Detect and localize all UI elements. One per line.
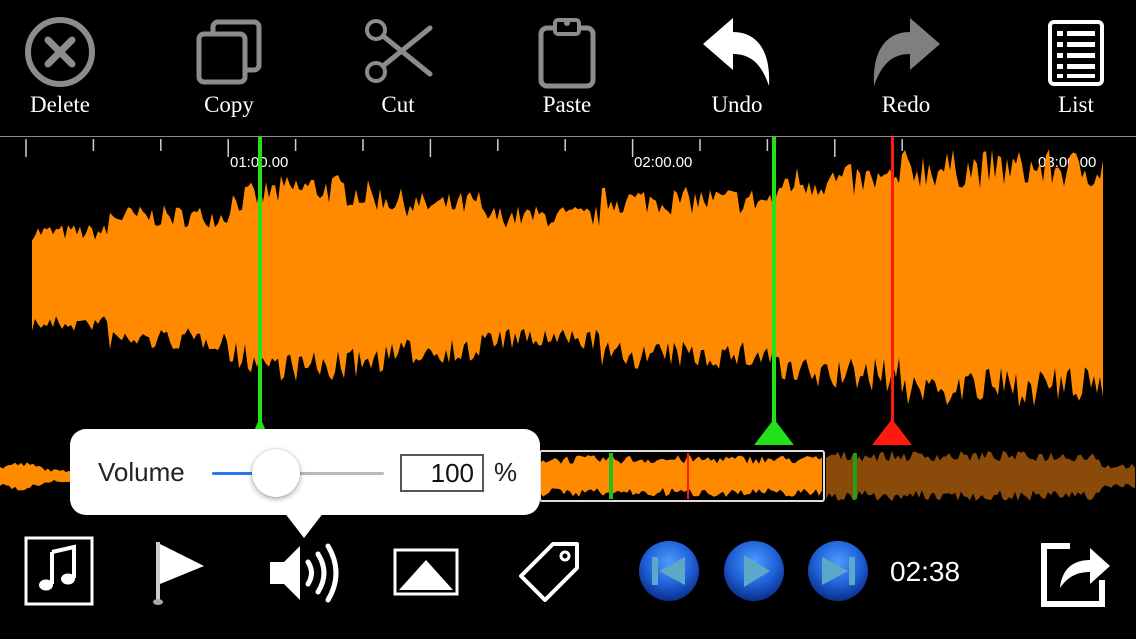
undo-arrow-icon (703, 18, 770, 86)
copy-icon (196, 19, 262, 85)
volume-button[interactable] (268, 542, 340, 604)
music-library-button[interactable] (24, 536, 94, 606)
list-label: List (1058, 92, 1094, 117)
list-icon (1048, 20, 1104, 86)
current-time: 02:38 (890, 556, 961, 587)
delete-circle-icon (25, 17, 95, 87)
play-button[interactable] (722, 539, 786, 603)
flag-marker-button[interactable] (150, 538, 210, 606)
redo-label: Redo (881, 92, 931, 117)
paste-button[interactable]: Paste (512, 14, 622, 126)
delete-button[interactable]: Delete (5, 14, 115, 126)
flag-icon (153, 542, 204, 605)
play-icon (724, 541, 784, 601)
tag-button[interactable] (517, 540, 581, 604)
cut-label: Cut (381, 92, 415, 117)
overview-waveform-unselected (826, 450, 1135, 502)
scissors-icon (365, 19, 433, 83)
redo-button[interactable]: Redo (851, 14, 961, 126)
undo-button[interactable]: Undo (682, 14, 792, 126)
copy-label: Copy (204, 92, 254, 117)
clipboard-icon (538, 18, 596, 89)
volume-slider-thumb[interactable] (251, 449, 300, 497)
list-button[interactable]: List (1021, 14, 1131, 126)
timeline-ruler (25, 139, 903, 157)
overview-end-marker (853, 453, 857, 499)
overview-start-marker (609, 453, 613, 499)
skip-back-icon (639, 541, 699, 601)
share-icon (1041, 543, 1110, 607)
edit-toolbar: Delete Copy Cut Paste Undo Redo List (0, 0, 1136, 136)
skip-forward-icon (808, 541, 868, 601)
share-button[interactable] (1040, 536, 1112, 608)
volume-popover: Volume % (70, 429, 540, 515)
redo-arrow-icon (873, 18, 940, 86)
timeline-label-2: 02:00.00 (634, 154, 692, 171)
volume-label: Volume (98, 457, 185, 487)
paste-label: Paste (542, 92, 592, 117)
music-note-icon (24, 536, 94, 606)
skip-back-button[interactable] (637, 539, 701, 603)
volume-unit: % (494, 457, 518, 487)
copy-button[interactable]: Copy (174, 14, 284, 126)
waveform-shape (32, 149, 1103, 407)
artwork-button[interactable] (393, 548, 459, 596)
overview-playhead (687, 453, 689, 499)
speaker-volume-icon (270, 543, 339, 603)
waveform-editor[interactable]: 01:00.00 02:00.00 03:00.00 (0, 137, 1136, 445)
tag-icon (519, 542, 579, 602)
image-icon (393, 548, 459, 596)
undo-label: Undo (711, 92, 763, 117)
delete-label: Delete (29, 92, 90, 117)
skip-forward-button[interactable] (806, 539, 870, 603)
volume-value-field[interactable] (400, 454, 484, 492)
cut-button[interactable]: Cut (343, 14, 453, 126)
